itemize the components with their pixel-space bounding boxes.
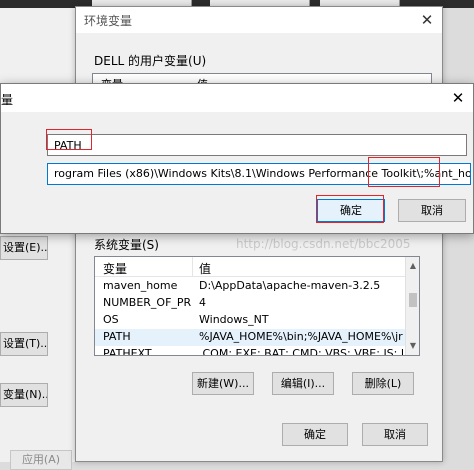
system-variables-label: 系统变量(S) [94, 238, 159, 252]
row-value: 4 [199, 296, 206, 309]
apply-button[interactable]: 应用(A) [10, 450, 72, 470]
env-dialog-titlebar: 环境变量 ✕ [76, 7, 442, 33]
row-value: .COM;.EXE;.BAT;.CMD;.VBS;.VBE;.JS;.JSE;.… [199, 347, 403, 356]
user-variables-label: DELL 的用户变量(U) [94, 54, 207, 68]
env-ok-button[interactable]: 确定 [282, 423, 348, 446]
variable-name-input[interactable] [47, 134, 467, 156]
startup-settings-button[interactable]: 设置(E)... [0, 236, 48, 260]
new-system-variable-button[interactable]: 新建(W)... [192, 372, 254, 395]
edit-dialog-titlebar: 量 ✕ [1, 84, 473, 112]
scroll-down-icon[interactable]: ▼ [406, 339, 419, 353]
annotation-box-value [368, 157, 440, 187]
table-row-selected[interactable]: PATH %JAVA_HOME%\bin;%JAVA_HOME%\jre... [95, 329, 405, 346]
annotation-box-ok [316, 195, 384, 223]
system-col-value: 值 [199, 262, 212, 276]
row-name: maven_home [103, 279, 178, 292]
delete-system-variable-button[interactable]: 删除(L) [352, 372, 414, 395]
env-dialog-title: 环境变量 [84, 14, 133, 28]
close-icon[interactable]: ✕ [416, 9, 438, 31]
environment-variables-dialog: 环境变量 ✕ DELL 的用户变量(U) 变量 值 http://blog.cs… [75, 6, 443, 462]
env-variables-button[interactable]: 变量(N)... [0, 383, 48, 407]
edit-system-variable-button[interactable]: 编辑(I)... [272, 372, 334, 395]
system-variables-list[interactable]: 变量 值 maven_home D:\AppData\apache-maven-… [94, 256, 420, 356]
row-name: OS [103, 313, 119, 326]
system-col-name: 变量 [103, 262, 128, 276]
table-row[interactable]: maven_home D:\AppData\apache-maven-3.2.5 [95, 278, 405, 295]
scroll-thumb[interactable] [409, 293, 417, 307]
row-value: D:\AppData\apache-maven-3.2.5 [199, 279, 381, 292]
table-row[interactable]: PATHEXT .COM;.EXE;.BAT;.CMD;.VBS;.VBE;.J… [95, 346, 405, 356]
vertical-scrollbar[interactable]: ▲ ▼ [405, 257, 419, 355]
table-row[interactable]: NUMBER_OF_PR... 4 [95, 295, 405, 312]
env-cancel-button[interactable]: 取消 [362, 423, 428, 446]
system-properties-window: 设置(E)... 设置(T)... 变量(N)... 应用(A) [0, 8, 80, 470]
column-divider [192, 257, 193, 277]
row-name: NUMBER_OF_PR... [103, 296, 191, 309]
watermark: http://blog.csdn.net/bbc2005 [236, 237, 411, 251]
row-value: %JAVA_HOME%\bin;%JAVA_HOME%\jre... [199, 330, 403, 343]
table-row[interactable]: OS Windows_NT [95, 312, 405, 329]
performance-settings-button[interactable]: 设置(T)... [0, 332, 48, 356]
edit-cancel-button[interactable]: 取消 [398, 199, 466, 222]
edit-dialog-title: 量 [1, 93, 14, 107]
system-list-header: 变量 值 [95, 257, 405, 277]
annotation-box-name [46, 129, 92, 150]
row-value: Windows_NT [199, 313, 269, 326]
row-name: PATHEXT [103, 347, 152, 356]
row-name: PATH [103, 330, 131, 343]
close-icon[interactable]: ✕ [447, 87, 469, 109]
scroll-up-icon[interactable]: ▲ [406, 259, 419, 273]
